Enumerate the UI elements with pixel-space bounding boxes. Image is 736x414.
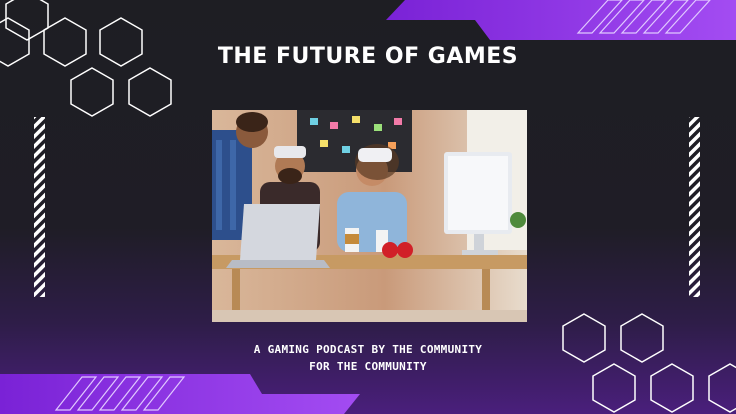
subtitle-line-1: A GAMING PODCAST BY THE COMMUNITY (253, 343, 483, 356)
left-striped-bar (34, 117, 45, 297)
bottom-left-purple-bar (0, 374, 360, 414)
vr-photo (212, 110, 527, 322)
right-striped-bar (689, 117, 700, 297)
slide: THE FUTURE OF GAMES A GAMING PODCAST BY … (0, 0, 736, 414)
slide-title: THE FUTURE OF GAMES (217, 44, 519, 69)
slide-subtitle: A GAMING PODCAST BY THE COMMUNITY FOR TH… (0, 341, 736, 375)
subtitle-line-2: FOR THE COMMUNITY (309, 360, 427, 373)
top-right-purple-bar (386, 0, 736, 40)
